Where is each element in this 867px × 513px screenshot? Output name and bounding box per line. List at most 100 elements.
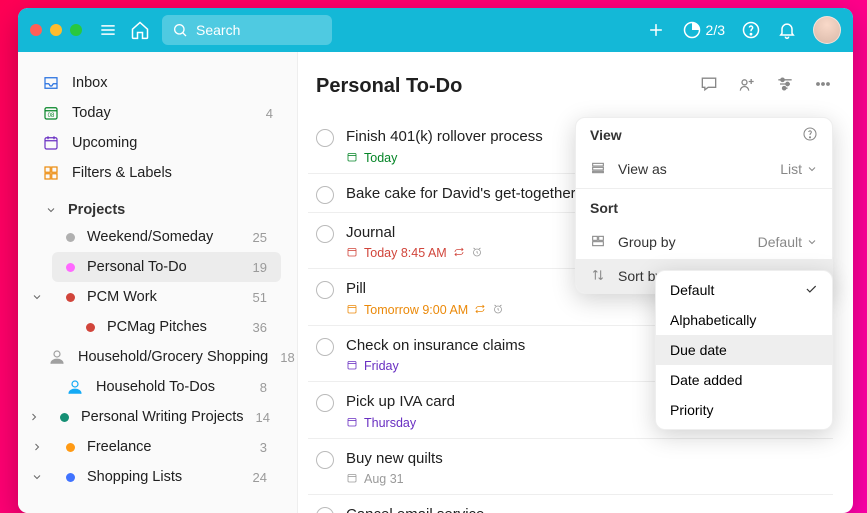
list-icon: [590, 160, 606, 179]
project-dot-icon: [86, 323, 95, 332]
popover-sort-heading: Sort: [576, 191, 832, 225]
home-icon[interactable]: [130, 20, 150, 40]
add-icon[interactable]: [646, 20, 666, 40]
sort-arrows-icon: [590, 267, 606, 286]
sidebar-project-item[interactable]: PCMag Pitches 36: [52, 312, 281, 342]
notifications-icon[interactable]: [777, 20, 797, 40]
project-count: 36: [253, 320, 267, 335]
chevron-right-icon[interactable]: [28, 441, 46, 453]
window-traffic-lights[interactable]: [30, 24, 82, 36]
calendar-icon: [346, 472, 358, 486]
main-actions: [699, 74, 833, 99]
sidebar-nav-count: 4: [266, 106, 273, 121]
close-window-icon[interactable]: [30, 24, 42, 36]
avatar[interactable]: [813, 16, 841, 44]
counter-text: 2/3: [706, 22, 725, 38]
sort-menu-item[interactable]: Date added: [656, 365, 832, 395]
chevron-down-icon: [42, 204, 60, 216]
task-checkbox[interactable]: [316, 394, 334, 412]
page-title: Personal To-Do: [316, 75, 699, 98]
more-icon[interactable]: [813, 74, 833, 99]
body: Inbox 08 Today 4 Upcoming Filters & Labe…: [18, 52, 853, 513]
project-label: PCM Work: [87, 289, 241, 305]
search-input[interactable]: Search: [162, 15, 332, 45]
project-dot-icon: [66, 293, 75, 302]
comment-icon[interactable]: [699, 74, 719, 99]
sidebar-nav-grid[interactable]: Filters & Labels: [28, 158, 287, 188]
project-count: 3: [260, 440, 267, 455]
projects-heading[interactable]: Projects: [28, 188, 287, 222]
sidebar-nav-calendar-today[interactable]: 08 Today 4: [28, 98, 287, 128]
sort-menu-label: Date added: [670, 372, 742, 388]
sidebar-project-item[interactable]: Shopping Lists 24: [52, 462, 281, 492]
project-count: 18: [280, 350, 294, 365]
calendar-icon: [346, 416, 358, 430]
productivity-icon[interactable]: 2/3: [682, 20, 725, 40]
sidebar-project-item[interactable]: Household/Grocery Shopping 18: [34, 342, 298, 372]
sidebar-project-item[interactable]: Weekend/Someday 25: [52, 222, 281, 252]
project-count: 14: [256, 410, 270, 425]
sidebar-nav-label: Today: [72, 105, 254, 121]
project-count: 19: [253, 260, 267, 275]
calendar-today-icon: 08: [42, 104, 60, 122]
group-icon: [590, 233, 606, 252]
task-checkbox[interactable]: [316, 338, 334, 356]
sidebar-project-item[interactable]: Freelance 3: [52, 432, 281, 462]
project-label: Household To-Dos: [96, 379, 248, 395]
task-title: Buy new quilts: [346, 449, 825, 469]
task-checkbox[interactable]: [316, 225, 334, 243]
task-checkbox[interactable]: [316, 451, 334, 469]
task-checkbox[interactable]: [316, 129, 334, 147]
maximize-window-icon[interactable]: [70, 24, 82, 36]
repeat-icon: [453, 246, 465, 260]
project-label: Personal To-Do: [87, 259, 241, 275]
task-checkbox[interactable]: [316, 186, 334, 204]
check-icon: [804, 282, 818, 299]
help-icon[interactable]: [802, 126, 818, 145]
chevron-down-icon[interactable]: [28, 291, 46, 303]
sort-icon[interactable]: [775, 74, 795, 99]
sidebar-project-item[interactable]: Household To-Dos 8: [52, 372, 281, 402]
sort-menu-item[interactable]: Default: [656, 275, 832, 305]
project-dot-icon: [66, 443, 75, 452]
main-header: Personal To-Do: [308, 74, 833, 99]
task-date: Today 8:45 AM: [364, 246, 447, 260]
popover-view-heading: View: [576, 118, 832, 152]
sidebar: Inbox 08 Today 4 Upcoming Filters & Labe…: [18, 52, 298, 513]
sort-menu-item[interactable]: Alphabetically: [656, 305, 832, 335]
sidebar-nav-inbox[interactable]: Inbox: [28, 68, 287, 98]
calendar-icon: [346, 303, 358, 317]
sidebar-nav-calendar-upcoming[interactable]: Upcoming: [28, 128, 287, 158]
view-as-row[interactable]: View as List: [576, 152, 832, 186]
task-row[interactable]: Buy new quiltsAug 31: [308, 439, 833, 496]
minimize-window-icon[interactable]: [50, 24, 62, 36]
help-icon[interactable]: [741, 20, 761, 40]
app-window: Search 2/3 Inbox 08: [18, 8, 853, 513]
sort-menu-label: Due date: [670, 342, 727, 358]
sidebar-project-item[interactable]: PCM Work 51: [52, 282, 281, 312]
project-label: Household/Grocery Shopping: [78, 349, 268, 365]
project-count: 51: [253, 290, 267, 305]
alarm-icon: [492, 303, 504, 317]
sidebar-project-item[interactable]: Personal To-Do 19: [52, 252, 281, 282]
sort-menu-item[interactable]: Due date: [656, 335, 832, 365]
project-label: PCMag Pitches: [107, 319, 241, 335]
calendar-icon: [346, 359, 358, 373]
sort-menu-item[interactable]: Priority: [656, 395, 832, 425]
menu-icon[interactable]: [98, 20, 118, 40]
chevron-down-icon[interactable]: [28, 471, 46, 483]
svg-text:08: 08: [48, 113, 55, 119]
task-checkbox[interactable]: [316, 281, 334, 299]
task-checkbox[interactable]: [316, 507, 334, 513]
sidebar-nav-label: Filters & Labels: [72, 165, 261, 181]
share-icon[interactable]: [737, 74, 757, 99]
task-row[interactable]: Cancel email serviceAug 1: [308, 495, 833, 513]
group-by-row[interactable]: Group by Default: [576, 225, 832, 259]
project-dot-icon: [66, 233, 75, 242]
search-placeholder: Search: [196, 22, 240, 38]
view-popover: View View as List Sort Group by Default: [575, 117, 833, 294]
project-label: Shopping Lists: [87, 469, 241, 485]
chevron-right-icon[interactable]: [28, 411, 40, 423]
task-date: Tomorrow 9:00 AM: [364, 303, 468, 317]
sidebar-project-item[interactable]: Personal Writing Projects 14: [46, 402, 284, 432]
